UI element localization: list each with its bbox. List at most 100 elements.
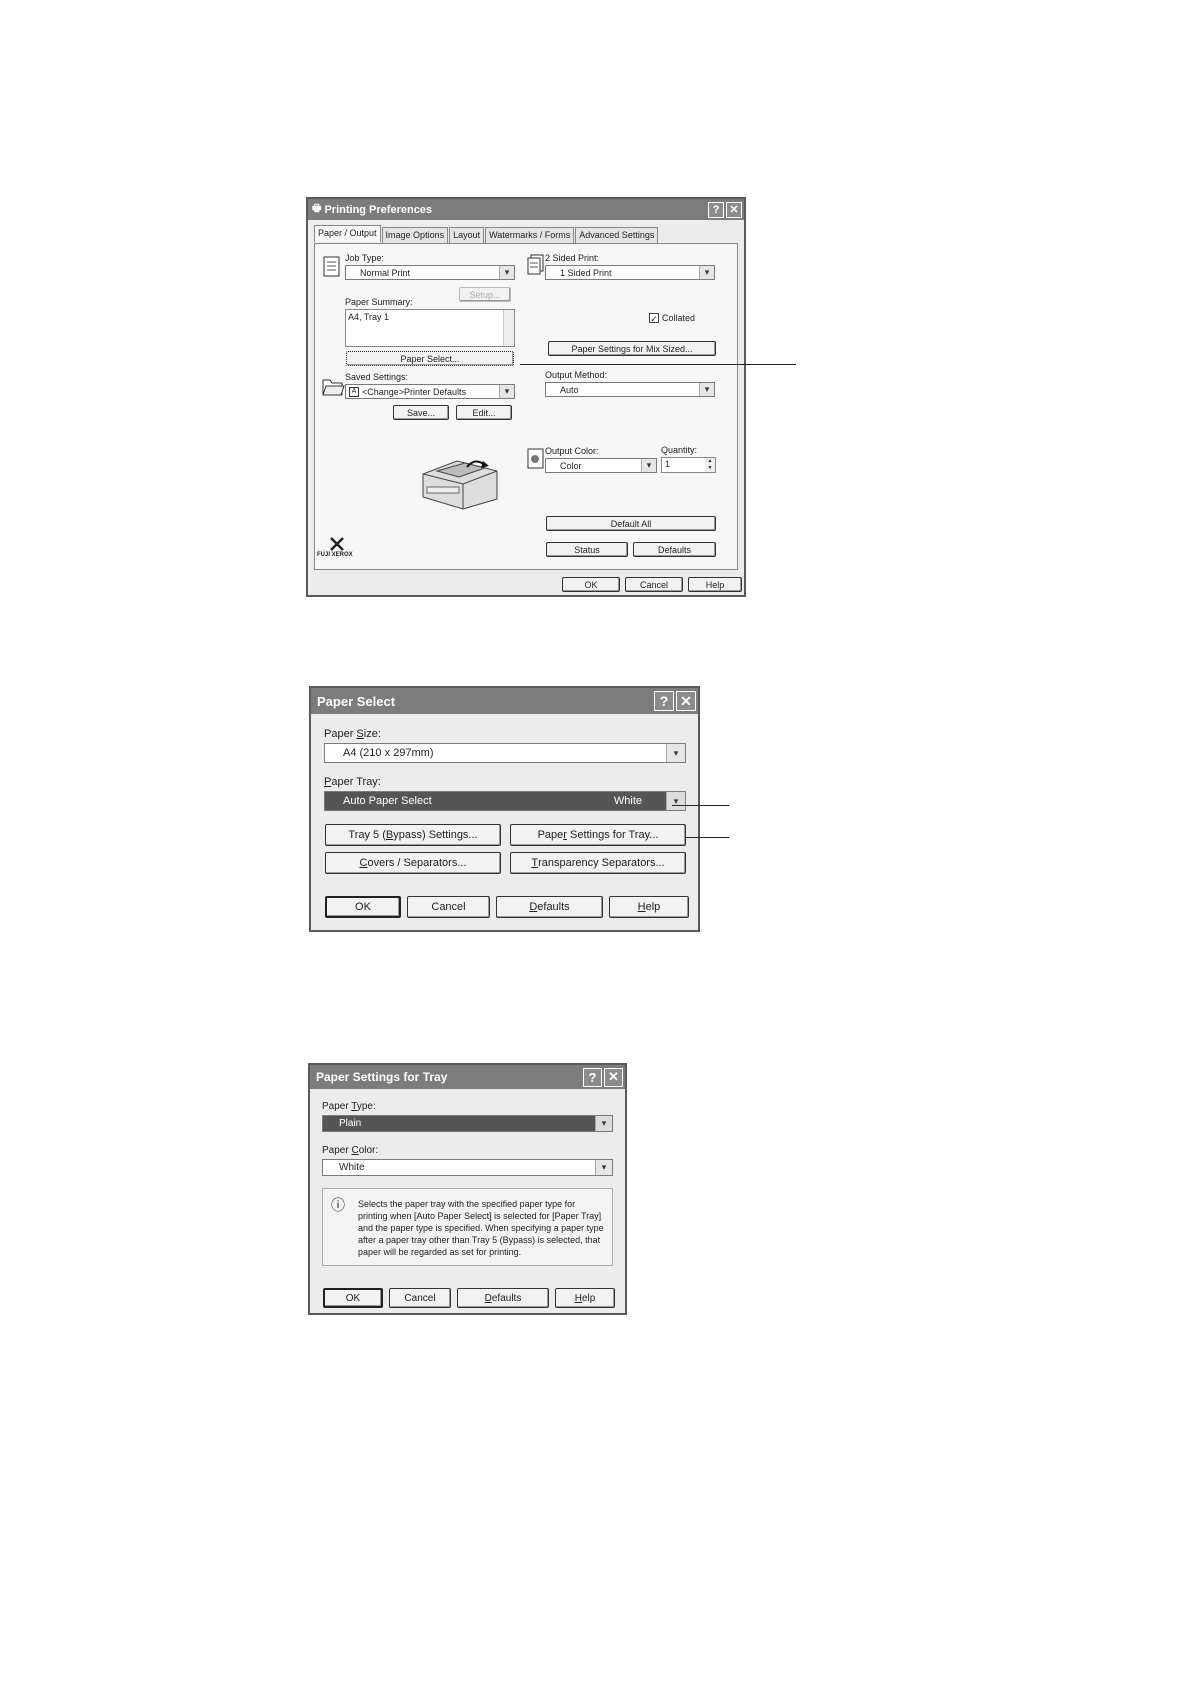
output-method-value: Auto	[560, 384, 579, 395]
paper-select-button[interactable]: Paper Select...	[346, 351, 514, 366]
paper-summary-label: Paper Summary:	[345, 297, 413, 307]
fuji-xerox-logo: FUJI XEROX	[317, 552, 353, 558]
transparency-separators-button[interactable]: Transparency Separators...	[510, 852, 686, 874]
paper-settings-mix-sized-button[interactable]: Paper Settings for Mix Sized...	[548, 341, 716, 356]
paper-settings-tray-dialog: Paper Settings for Tray ? ✕ Paper Type: …	[308, 1063, 627, 1315]
folder-icon	[322, 379, 345, 396]
output-color-icon	[527, 448, 544, 469]
paper-tray-select[interactable]: Auto Paper Select White ▾	[324, 791, 686, 811]
tab-watermarks-forms[interactable]: Watermarks / Forms	[485, 227, 575, 244]
save-button[interactable]: Save...	[393, 405, 449, 420]
covers-separators-button[interactable]: Covers / Separators...	[325, 852, 501, 874]
collated-label: Collated	[662, 313, 696, 323]
info-icon: ⓘ	[331, 1197, 345, 1213]
default-all-button[interactable]: Default All	[546, 516, 716, 531]
quantity-stepper[interactable]: 1 ▲ ▼	[661, 457, 716, 473]
paper-type-label: Paper Type:	[322, 1101, 376, 1112]
tab-paper-output[interactable]: Paper / Output	[314, 225, 381, 242]
info-box: ⓘ Selects the paper tray with the specif…	[322, 1188, 613, 1266]
chevron-down-icon: ▾	[666, 744, 685, 762]
defaults-button[interactable]: Defaults	[496, 896, 603, 918]
help-button[interactable]: Help	[688, 577, 742, 592]
tray5-bypass-settings-button[interactable]: Tray 5 (Bypass) Settings...	[325, 824, 501, 846]
scrollbar[interactable]	[503, 310, 514, 346]
saved-settings-label: Saved Settings:	[345, 372, 409, 382]
ok-button[interactable]: OK	[562, 577, 620, 592]
paper-type-select[interactable]: Plain ▾	[322, 1115, 613, 1132]
cancel-button[interactable]: Cancel	[625, 577, 683, 592]
chevron-down-icon: ▾	[699, 266, 714, 279]
tab-image-options[interactable]: Image Options	[381, 227, 449, 244]
chevron-down-icon: ▾	[699, 383, 714, 396]
info-text: Selects the paper tray with the specifie…	[358, 1199, 604, 1257]
help-icon[interactable]: ?	[654, 691, 674, 711]
paper-summary-value: A4, Tray 1	[348, 312, 390, 322]
printer-image	[422, 460, 498, 510]
job-type-icon	[323, 256, 340, 277]
defaults-button[interactable]: Defaults	[457, 1288, 549, 1308]
callout-line	[520, 364, 796, 365]
output-color-label: Output Color:	[545, 446, 599, 456]
output-color-value: Color	[560, 460, 582, 471]
tab-strip: Paper / Output Image Options Layout Wate…	[314, 225, 659, 244]
saved-settings-value: <Change>Printer Defaults	[362, 386, 467, 397]
paper-color-select[interactable]: White ▾	[322, 1159, 613, 1176]
tab-advanced-settings[interactable]: Advanced Settings	[575, 227, 659, 244]
output-method-label: Output Method:	[545, 370, 608, 380]
chevron-down-icon: ▾	[499, 266, 514, 279]
chevron-down-icon: ▾	[499, 385, 514, 398]
output-color-select[interactable]: Color ▾	[545, 458, 657, 473]
paper-output-panel: Job Type: Normal Print ▾ Setup... Paper …	[314, 243, 738, 570]
saved-settings-select[interactable]: A <Change>Printer Defaults ▾	[345, 384, 515, 399]
spin-up-icon[interactable]: ▲	[705, 458, 715, 465]
printing-preferences-dialog: 🖶 Printing Preferences ? ✕ Paper / Outpu…	[306, 197, 746, 597]
chevron-down-icon: ▾	[641, 459, 656, 472]
paper-type-value: Plain	[339, 1118, 362, 1129]
setup-button[interactable]: Setup...	[459, 287, 511, 302]
spin-down-icon[interactable]: ▼	[705, 465, 715, 472]
job-type-select[interactable]: Normal Print ▾	[345, 265, 515, 280]
paper-size-select[interactable]: A4 (210 x 297mm) ▾	[324, 743, 686, 763]
edit-button[interactable]: Edit...	[456, 405, 512, 420]
paper-summary-box: A4, Tray 1	[345, 309, 515, 347]
printer-icon: 🖶	[312, 203, 322, 214]
cancel-button[interactable]: Cancel	[389, 1288, 451, 1308]
close-icon[interactable]: ✕	[676, 691, 696, 711]
chevron-down-icon: ▾	[595, 1160, 612, 1175]
job-type-label: Job Type:	[345, 253, 384, 263]
two-sided-label: 2 Sided Print:	[545, 253, 600, 263]
output-method-select[interactable]: Auto ▾	[545, 382, 715, 397]
paper-tray-color: White	[613, 795, 642, 807]
tab-layout[interactable]: Layout	[449, 227, 485, 244]
close-icon[interactable]: ✕	[726, 201, 742, 218]
ok-button[interactable]: OK	[323, 1288, 383, 1308]
two-sided-icon	[527, 254, 544, 275]
paper-select-dialog: Paper Select ? ✕ Paper Size: A4 (210 x 2…	[309, 686, 700, 932]
help-icon[interactable]: ?	[583, 1067, 602, 1087]
cancel-button[interactable]: Cancel	[407, 896, 490, 918]
job-type-value: Normal Print	[360, 267, 411, 278]
callout-line	[672, 805, 729, 806]
help-button[interactable]: Help	[609, 896, 689, 918]
paper-tray-label: Paper Tray:	[324, 776, 381, 788]
close-icon[interactable]: ✕	[604, 1067, 623, 1087]
collated-checkbox[interactable]: ✓	[649, 313, 659, 324]
status-button[interactable]: Status	[546, 542, 628, 557]
paper-size-label: Paper Size:	[324, 728, 381, 740]
saved-setting-icon: A	[349, 386, 359, 397]
paper-size-value: A4 (210 x 297mm)	[343, 747, 434, 759]
paper-settings-for-tray-button[interactable]: Pape r Settings for Tray...	[510, 824, 686, 846]
ok-button[interactable]: OK	[325, 896, 401, 918]
help-button[interactable]: Help	[555, 1288, 615, 1308]
two-sided-select[interactable]: 1 Sided Print ▾	[545, 265, 715, 280]
xerox-logo-icon	[330, 537, 344, 551]
dialog-title: Paper Settings for Tray	[316, 1070, 448, 1084]
title-bar: Paper Select ? ✕	[311, 688, 698, 714]
defaults-button[interactable]: Defaults	[633, 542, 716, 557]
paper-color-label: Paper Color:	[322, 1145, 379, 1156]
dialog-title: Paper Select	[317, 693, 396, 709]
help-icon[interactable]: ?	[708, 201, 724, 218]
chevron-down-icon: ▾	[666, 792, 685, 810]
paper-color-value: White	[339, 1162, 365, 1173]
paper-tray-value: Auto Paper Select	[343, 795, 432, 807]
